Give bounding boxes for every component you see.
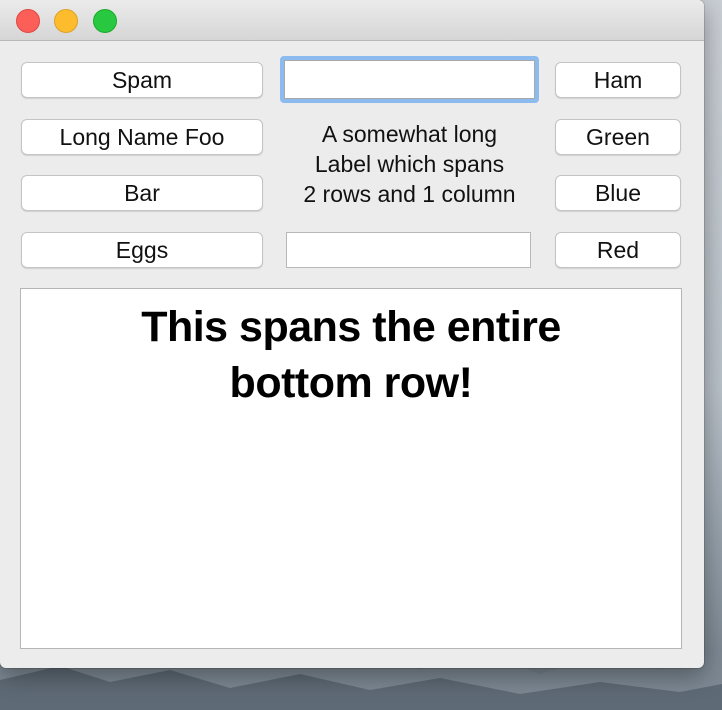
bottom-text-entry[interactable] — [286, 232, 531, 268]
top-text-entry[interactable] — [280, 56, 539, 103]
app-window: Spam Long Name Foo Bar Eggs A somewhat l… — [0, 0, 704, 668]
close-window-icon[interactable] — [16, 9, 40, 33]
minimize-window-icon[interactable] — [54, 9, 78, 33]
title-bar[interactable] — [0, 0, 704, 41]
spam-button[interactable]: Spam — [21, 62, 263, 98]
bottom-row-heading: This spans the entire bottom row! — [141, 303, 561, 407]
zoom-window-icon[interactable] — [93, 9, 117, 33]
red-button[interactable]: Red — [555, 232, 681, 268]
spanning-label: A somewhat long Label which spans 2 rows… — [303, 121, 516, 207]
long-name-foo-button[interactable]: Long Name Foo — [21, 119, 263, 155]
bar-button[interactable]: Bar — [21, 175, 263, 211]
bottom-row-panel: This spans the entire bottom row! — [20, 288, 682, 649]
eggs-button[interactable]: Eggs — [21, 232, 263, 268]
green-button[interactable]: Green — [555, 119, 681, 155]
ham-button[interactable]: Ham — [555, 62, 681, 98]
blue-button[interactable]: Blue — [555, 175, 681, 211]
